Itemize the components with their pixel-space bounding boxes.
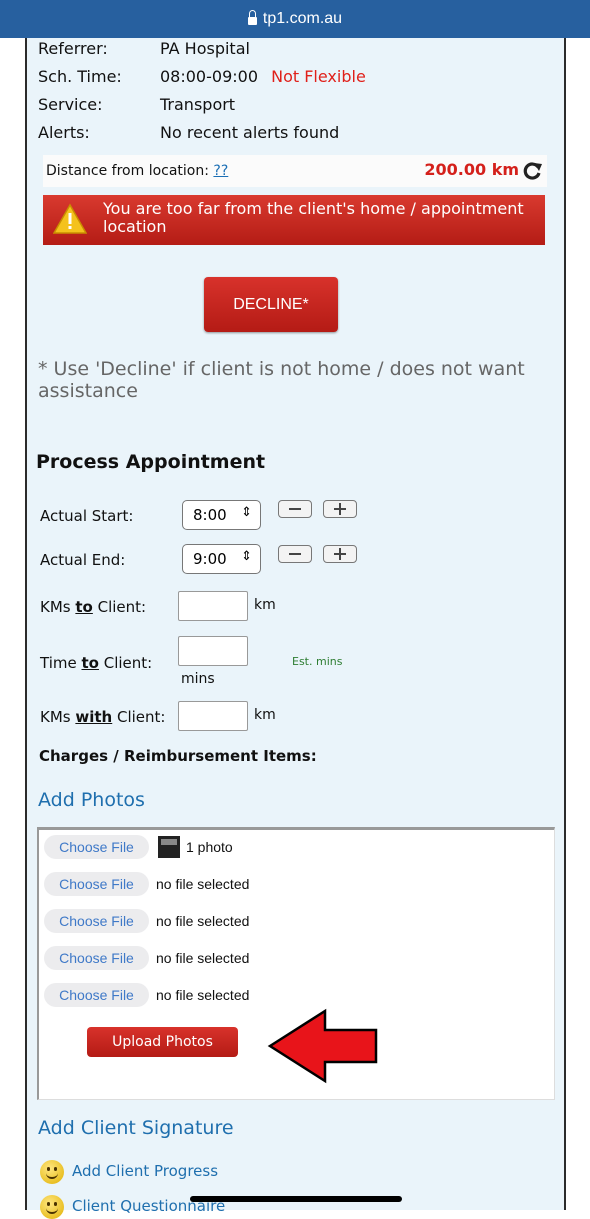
actual-end-minus-button[interactable] xyxy=(278,545,312,563)
browser-url-bar[interactable]: tp1.com.au xyxy=(0,0,590,38)
distance-bar: Distance from location: ?? 200.00 km xyxy=(43,155,547,187)
actual-end-label: Actual End: xyxy=(40,551,126,569)
choose-file-button[interactable]: Choose File xyxy=(44,983,149,1007)
file-status: no file selected xyxy=(156,987,250,1003)
add-client-progress-text: Add Client Progress xyxy=(72,1162,219,1180)
actual-end-select[interactable]: 9:00 ⇕ xyxy=(182,544,261,574)
detail-value: No recent alerts found xyxy=(160,123,340,142)
actual-end-value: 9:00 xyxy=(193,550,227,568)
photo-thumbnail xyxy=(158,836,180,858)
choose-file-button[interactable]: Choose File xyxy=(44,872,149,896)
actual-start-value: 8:00 xyxy=(193,506,227,524)
distance-warning-alert: You are too far from the client's home /… xyxy=(43,195,545,245)
kms-with-client-input[interactable] xyxy=(178,701,248,731)
photo-upload-panel: Choose File 1 photo Choose File no file … xyxy=(37,827,555,1100)
lock-icon xyxy=(247,10,257,25)
choose-file-button[interactable]: Choose File xyxy=(44,946,149,970)
refresh-icon[interactable] xyxy=(523,162,543,184)
home-indicator[interactable] xyxy=(190,1196,402,1202)
arrow-left-icon xyxy=(267,1008,379,1088)
choose-file-button[interactable]: Choose File xyxy=(44,909,149,933)
process-appointment-title: Process Appointment xyxy=(36,451,266,473)
add-client-signature-title[interactable]: Add Client Signature xyxy=(38,1117,234,1139)
actual-end-plus-button[interactable] xyxy=(323,545,357,563)
est-mins-hint: Est. mins xyxy=(292,655,343,668)
actual-start-plus-button[interactable] xyxy=(323,500,357,518)
time-to-unit: mins xyxy=(181,671,215,687)
kms-with-client-label: KMs with Client: xyxy=(40,708,166,726)
appointment-page: Referrer: PA Hospital Sch. Time: 08:00-0… xyxy=(25,38,566,1219)
kms-to-client-input[interactable] xyxy=(178,591,248,621)
warning-message: You are too far from the client's home /… xyxy=(103,199,524,236)
file-status: no file selected xyxy=(156,950,250,966)
kms-to-unit: km xyxy=(254,597,276,613)
file-status: 1 photo xyxy=(186,839,233,855)
detail-label: Referrer: xyxy=(38,39,108,58)
distance-label: Distance from location: ?? xyxy=(46,163,228,179)
select-chevron-icon: ⇕ xyxy=(241,505,252,520)
file-status: no file selected xyxy=(156,876,250,892)
time-to-client-input[interactable] xyxy=(178,636,248,666)
not-flexible-note: Not Flexible xyxy=(271,67,366,86)
detail-value: 08:00-09:00 Not Flexible xyxy=(160,67,366,86)
time-to-client-label: Time to Client: xyxy=(40,654,153,672)
detail-label: Service: xyxy=(38,95,103,114)
smiley-icon xyxy=(40,1160,64,1184)
distance-help-link[interactable]: ?? xyxy=(213,163,228,179)
smiley-icon xyxy=(40,1195,64,1219)
schedule-time-value: 08:00-09:00 xyxy=(160,67,258,86)
detail-label: Sch. Time: xyxy=(38,67,122,86)
actual-start-label: Actual Start: xyxy=(40,507,134,525)
detail-label: Alerts: xyxy=(38,123,90,142)
charges-label: Charges / Reimbursement Items: xyxy=(39,747,317,765)
file-status: no file selected xyxy=(156,913,250,929)
kms-with-unit: km xyxy=(254,707,276,723)
choose-file-button[interactable]: Choose File xyxy=(44,835,149,859)
distance-label-text: Distance from location: xyxy=(46,163,209,179)
actual-start-select[interactable]: 8:00 ⇕ xyxy=(182,500,261,530)
select-chevron-icon: ⇕ xyxy=(241,549,252,564)
warning-icon xyxy=(52,203,88,239)
decline-button[interactable]: DECLINE* xyxy=(204,277,338,332)
decline-note: * Use 'Decline' if client is not home / … xyxy=(38,358,525,402)
url-text: tp1.com.au xyxy=(262,10,343,27)
upload-photos-button[interactable]: Upload Photos xyxy=(87,1027,238,1057)
detail-value: Transport xyxy=(160,95,236,114)
distance-value: 200.00 km xyxy=(424,160,519,179)
add-photos-title: Add Photos xyxy=(38,789,145,811)
kms-to-client-label: KMs to Client: xyxy=(40,598,147,616)
actual-start-minus-button[interactable] xyxy=(278,500,312,518)
detail-value: PA Hospital xyxy=(160,39,250,58)
